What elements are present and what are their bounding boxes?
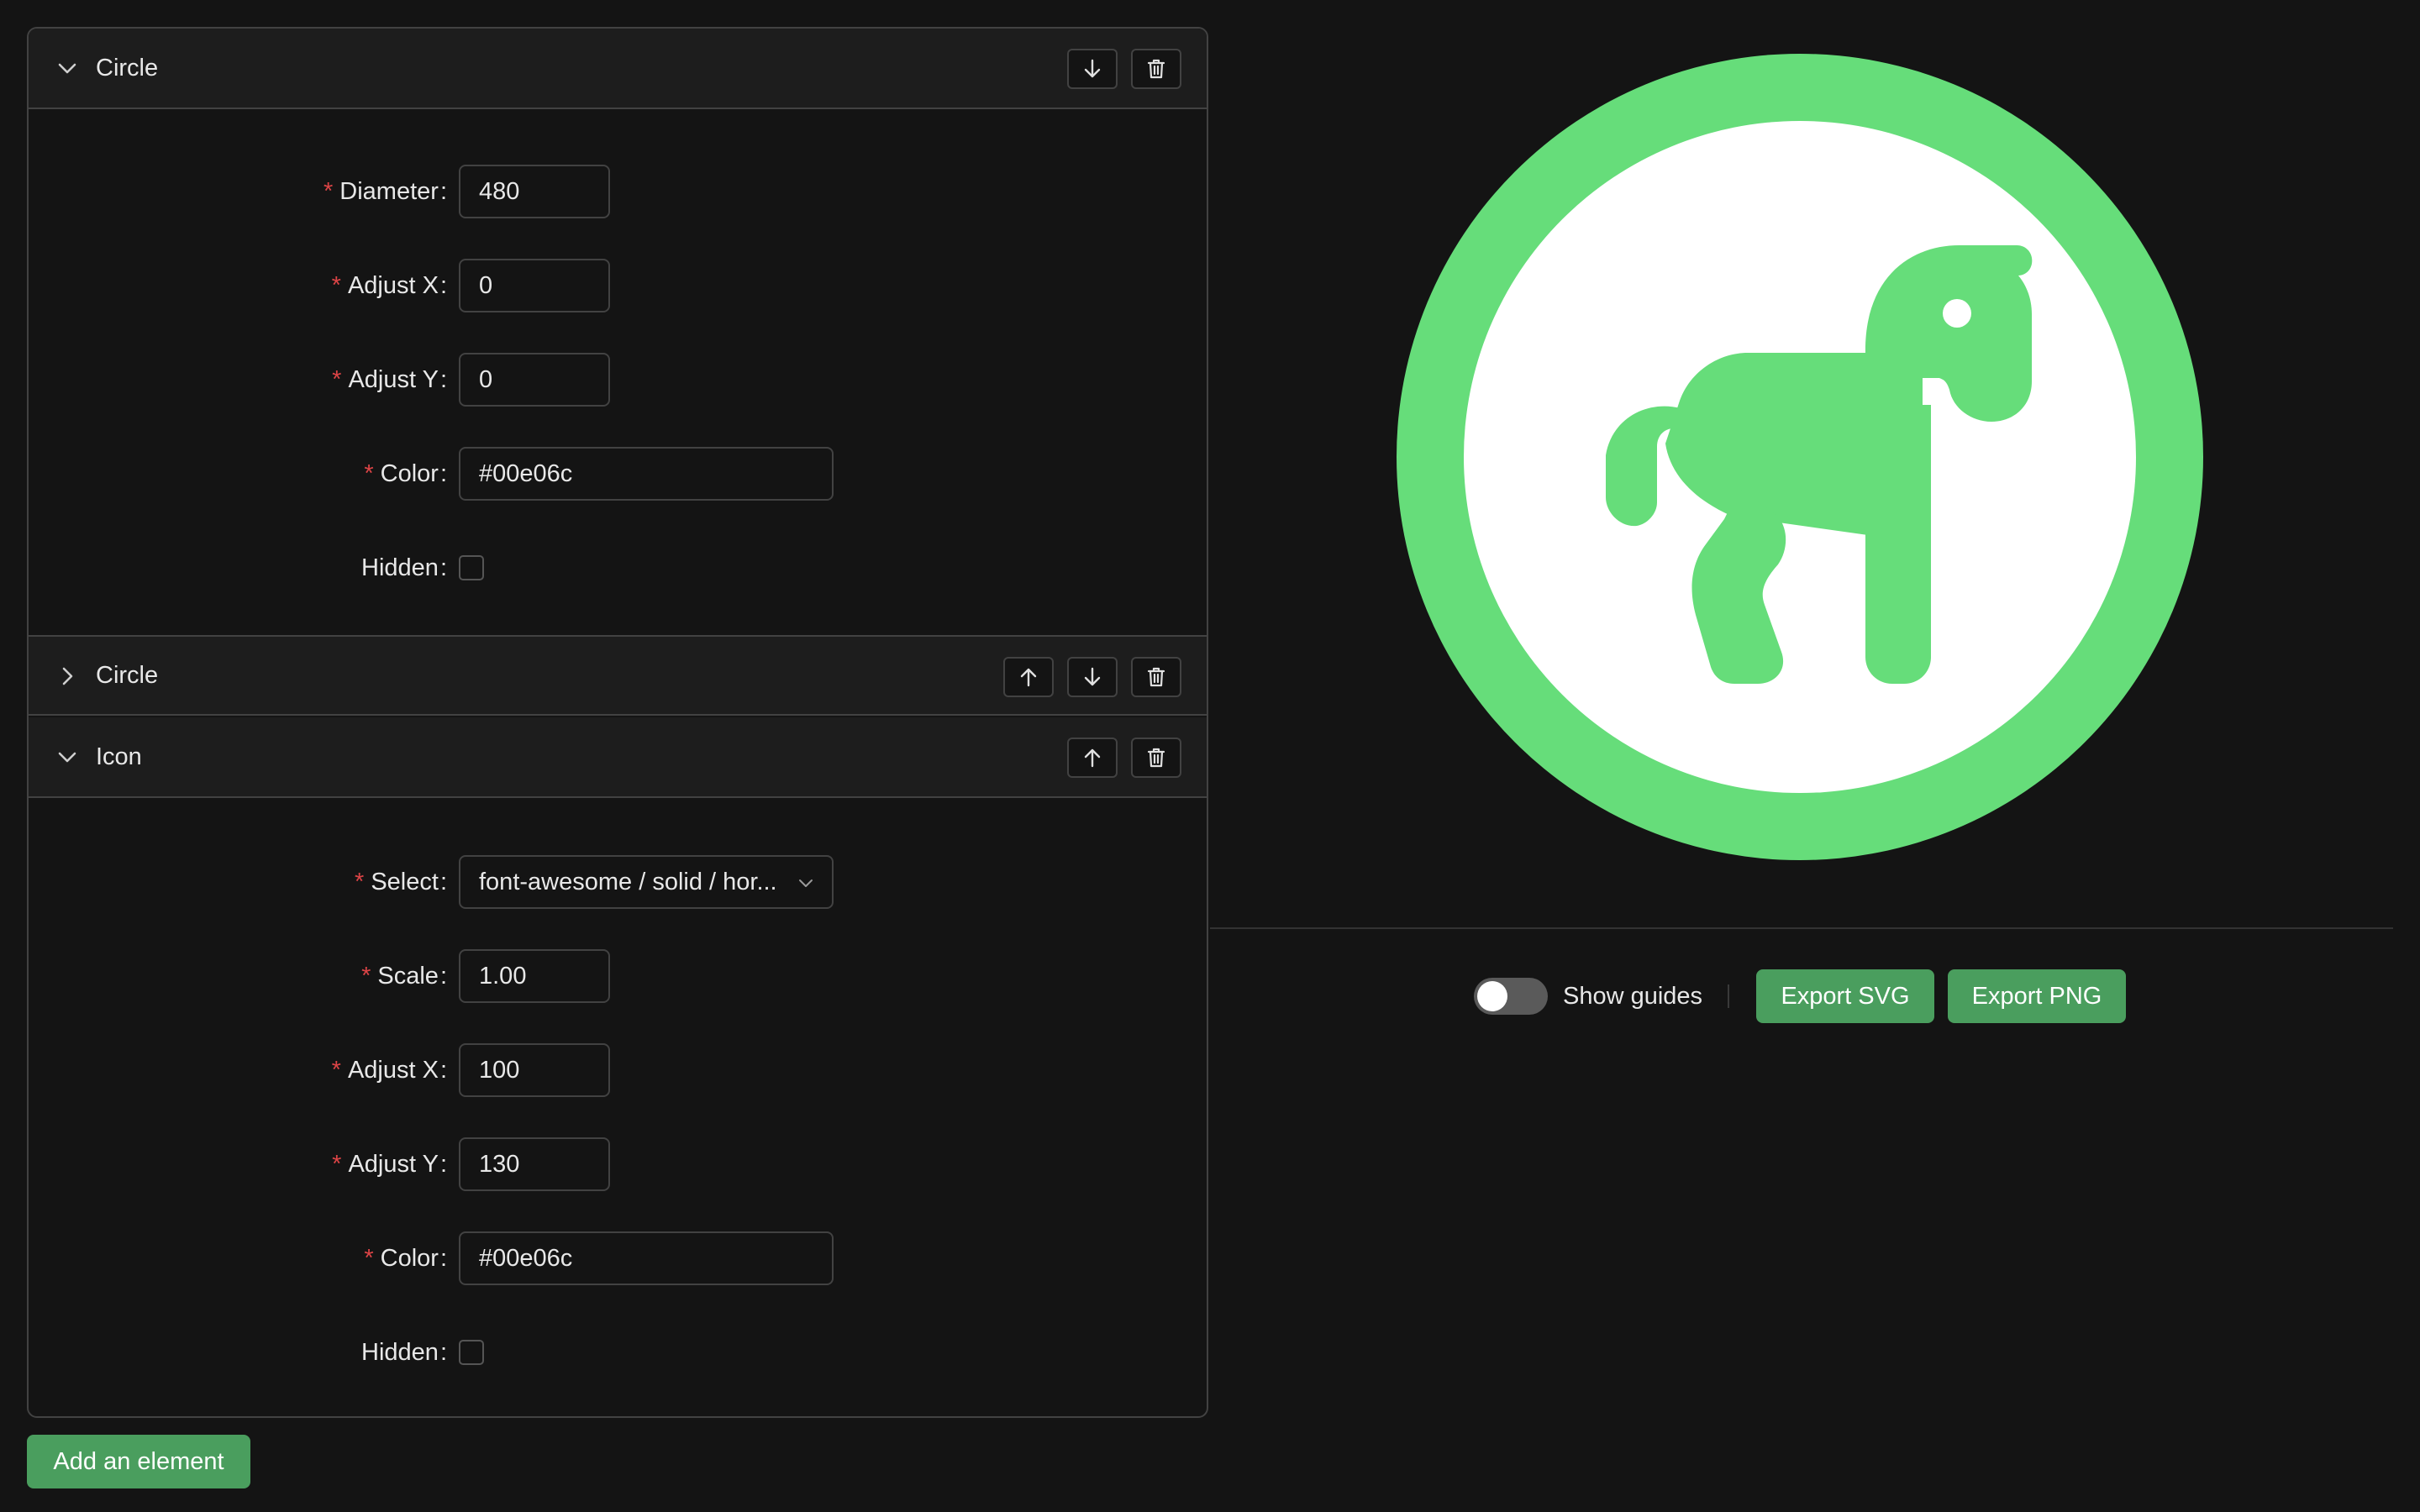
color-input[interactable]: #00e06c [459,1231,834,1285]
form-row-diameter: * Diameter: 480 [29,165,1207,218]
field-label: * Adjust X: [331,1057,447,1084]
toggle-knob [1477,981,1507,1011]
element-title: Icon [96,743,142,770]
move-down-button[interactable] [1067,49,1118,89]
arrow-up-icon [1084,748,1101,768]
delete-button[interactable] [1131,49,1181,89]
trash-icon [1147,748,1165,768]
field-label: * Select: [355,869,447,895]
field-label: * Adjust Y: [332,366,447,393]
scale-input[interactable]: 1.00 [459,949,610,1003]
form-row-adjust-y: * Adjust Y: 130 [29,1137,1207,1191]
field-label: * Adjust X: [331,272,447,299]
form-row-scale: * Scale: 1.00 [29,949,1207,1003]
show-guides-toggle[interactable] [1474,978,1548,1015]
move-up-button[interactable] [1003,657,1054,697]
trash-icon [1147,59,1165,79]
adjust-x-input[interactable]: 100 [459,1043,610,1097]
field-label: * Diameter: [323,178,447,205]
field-label: * Adjust Y: [332,1151,447,1178]
diameter-input[interactable]: 480 [459,165,610,218]
arrow-down-icon [1084,59,1101,78]
chevron-down-icon[interactable] [54,743,81,770]
show-guides-label: Show guides [1563,983,1703,1010]
field-label: * Scale: [361,963,447,990]
elements-panel: Circle * Diameter: 480 * Adjust X: 0 * Adju… [27,27,1208,1418]
move-up-button[interactable] [1067,738,1118,778]
element-title: Circle [96,661,159,689]
form-row-color: * Color: #00e06c [29,447,1207,501]
field-label: * Color: [364,460,447,487]
field-label: Hidden: [361,554,447,581]
form-row-adjust-x: * Adjust X: 100 [29,1043,1207,1097]
color-input[interactable]: #00e06c [459,447,834,501]
form-row-adjust-y: * Adjust Y: 0 [29,353,1207,407]
chevron-down-icon[interactable] [54,55,81,81]
add-element-button[interactable]: Add an element [27,1435,250,1488]
element-header-circle-1[interactable]: Circle [29,29,1207,109]
move-down-button[interactable] [1067,657,1118,697]
adjust-x-input[interactable]: 0 [459,259,610,312]
delete-button[interactable] [1131,657,1181,697]
element-header-circle-2[interactable]: Circle [29,635,1207,716]
export-svg-button[interactable]: Export SVG [1756,969,1934,1023]
field-label: * Color: [364,1245,447,1272]
form-row-select: * Select: font-awesome / solid / hor... [29,855,1207,909]
hidden-checkbox[interactable] [459,1340,484,1365]
trash-icon [1147,667,1165,687]
hidden-checkbox[interactable] [459,555,484,580]
icon-select[interactable]: font-awesome / solid / hor... [459,855,834,909]
arrow-up-icon [1020,668,1037,687]
chevron-right-icon[interactable] [54,663,81,690]
field-label: Hidden: [361,1339,447,1366]
toolbar-separator [1728,984,1729,1008]
logo-preview [1397,54,2203,860]
preview-divider [1210,927,2393,929]
form-row-hidden: Hidden: [29,541,1207,595]
arrow-down-icon [1084,667,1101,686]
icon-select-value: font-awesome / solid / hor... [479,869,777,895]
export-png-button[interactable]: Export PNG [1948,969,2126,1023]
element-header-icon[interactable]: Icon [29,717,1207,798]
adjust-y-input[interactable]: 130 [459,1137,610,1191]
form-row-adjust-x: * Adjust X: 0 [29,259,1207,312]
form-row-color: * Color: #00e06c [29,1231,1207,1285]
delete-button[interactable] [1131,738,1181,778]
chevron-down-icon [799,879,813,887]
horse-eye [1943,299,1971,328]
element-body-circle-1: * Diameter: 480 * Adjust X: 0 * Adjust Y: 0… [29,109,1207,635]
form-row-hidden: Hidden: [29,1326,1207,1379]
adjust-y-input[interactable]: 0 [459,353,610,407]
element-title: Circle [96,54,159,81]
element-body-icon: * Select: font-awesome / solid / hor... *… [29,798,1207,1416]
